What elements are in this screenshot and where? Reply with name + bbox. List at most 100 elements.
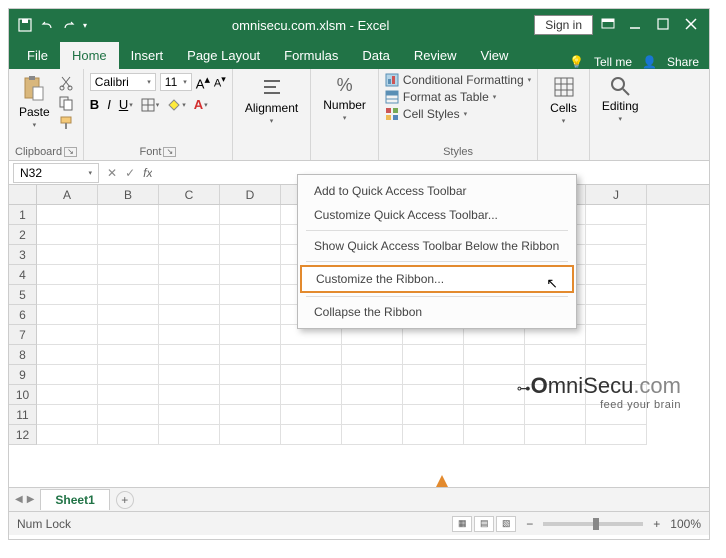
cell[interactable] bbox=[37, 205, 98, 225]
column-header[interactable]: D bbox=[220, 185, 281, 204]
zoom-out-button[interactable]: − bbox=[526, 517, 533, 531]
close-icon[interactable] bbox=[685, 18, 699, 32]
row-header[interactable]: 11 bbox=[9, 405, 37, 425]
minimize-icon[interactable] bbox=[629, 18, 643, 32]
column-header[interactable]: B bbox=[98, 185, 159, 204]
paste-button[interactable]: Paste ▾ bbox=[15, 73, 54, 131]
cell[interactable] bbox=[98, 245, 159, 265]
cell[interactable] bbox=[159, 265, 220, 285]
name-box[interactable]: N32▾ bbox=[13, 163, 99, 183]
enter-formula-icon[interactable]: ✓ bbox=[125, 166, 135, 180]
alignment-button[interactable]: Alignment ▾ bbox=[239, 73, 304, 127]
cell[interactable] bbox=[98, 265, 159, 285]
italic-button[interactable]: I bbox=[107, 97, 111, 112]
cell[interactable] bbox=[37, 285, 98, 305]
row-header[interactable]: 1 bbox=[9, 205, 37, 225]
cell[interactable] bbox=[464, 345, 525, 365]
cell[interactable] bbox=[98, 405, 159, 425]
fx-icon[interactable]: fx bbox=[143, 166, 152, 180]
select-all-cell[interactable] bbox=[9, 185, 37, 204]
cell[interactable] bbox=[220, 325, 281, 345]
cell[interactable] bbox=[220, 205, 281, 225]
cell[interactable] bbox=[220, 305, 281, 325]
underline-button[interactable]: U▾ bbox=[119, 97, 133, 112]
signin-button[interactable]: Sign in bbox=[534, 15, 593, 35]
format-as-table-button[interactable]: Format as Table▾ bbox=[385, 90, 531, 104]
menu-add-to-qat[interactable]: Add to Quick Access Toolbar bbox=[300, 179, 574, 203]
lightbulb-icon[interactable]: 💡 bbox=[569, 55, 584, 69]
cell[interactable] bbox=[220, 285, 281, 305]
cell[interactable] bbox=[464, 425, 525, 445]
tell-me-label[interactable]: Tell me bbox=[594, 55, 632, 69]
cell[interactable] bbox=[403, 345, 464, 365]
tab-file[interactable]: File bbox=[15, 42, 60, 69]
row-header[interactable]: 9 bbox=[9, 365, 37, 385]
border-button[interactable]: ▾ bbox=[141, 98, 160, 112]
column-header[interactable]: C bbox=[159, 185, 220, 204]
cell[interactable] bbox=[98, 305, 159, 325]
cell[interactable] bbox=[342, 425, 403, 445]
cells-button[interactable]: Cells ▾ bbox=[544, 73, 583, 127]
cell[interactable] bbox=[159, 305, 220, 325]
row-header[interactable]: 4 bbox=[9, 265, 37, 285]
cell[interactable] bbox=[342, 345, 403, 365]
sheet-tab[interactable]: Sheet1 bbox=[40, 489, 109, 510]
cell[interactable] bbox=[220, 345, 281, 365]
increase-font-icon[interactable]: A▴ bbox=[196, 73, 210, 91]
tab-data[interactable]: Data bbox=[350, 42, 401, 69]
font-size-select[interactable]: 11▾ bbox=[160, 73, 192, 91]
zoom-in-button[interactable]: + bbox=[653, 517, 660, 531]
sheet-nav-next-icon[interactable]: ▶ bbox=[27, 494, 35, 505]
cell[interactable] bbox=[586, 345, 647, 365]
cell[interactable] bbox=[98, 365, 159, 385]
column-header[interactable]: J bbox=[586, 185, 647, 204]
cell[interactable] bbox=[342, 385, 403, 405]
format-painter-icon[interactable] bbox=[58, 115, 74, 131]
cell[interactable] bbox=[586, 425, 647, 445]
cancel-formula-icon[interactable]: ✕ bbox=[107, 166, 117, 180]
cut-icon[interactable] bbox=[58, 75, 74, 91]
cell[interactable] bbox=[220, 265, 281, 285]
cell[interactable] bbox=[98, 325, 159, 345]
tab-view[interactable]: View bbox=[468, 42, 520, 69]
cell[interactable] bbox=[159, 285, 220, 305]
bold-button[interactable]: B bbox=[90, 97, 99, 112]
conditional-formatting-button[interactable]: Conditional Formatting▾ bbox=[385, 73, 531, 87]
cell[interactable] bbox=[403, 425, 464, 445]
menu-show-qat-below[interactable]: Show Quick Access Toolbar Below the Ribb… bbox=[300, 234, 574, 258]
cell[interactable] bbox=[159, 365, 220, 385]
cell[interactable] bbox=[98, 285, 159, 305]
cell[interactable] bbox=[403, 405, 464, 425]
row-header[interactable]: 8 bbox=[9, 345, 37, 365]
row-header[interactable]: 7 bbox=[9, 325, 37, 345]
share-label[interactable]: Share bbox=[667, 55, 699, 69]
save-icon[interactable] bbox=[17, 17, 33, 33]
decrease-font-icon[interactable]: A▾ bbox=[214, 74, 226, 90]
cell[interactable] bbox=[98, 385, 159, 405]
cell-styles-button[interactable]: Cell Styles▾ bbox=[385, 107, 531, 121]
cell[interactable] bbox=[37, 425, 98, 445]
cell[interactable] bbox=[159, 325, 220, 345]
cell[interactable] bbox=[342, 365, 403, 385]
zoom-level[interactable]: 100% bbox=[670, 517, 701, 531]
row-header[interactable]: 12 bbox=[9, 425, 37, 445]
cell[interactable] bbox=[37, 325, 98, 345]
view-normal-icon[interactable]: ▦ bbox=[452, 516, 472, 532]
cell[interactable] bbox=[281, 425, 342, 445]
row-header[interactable]: 5 bbox=[9, 285, 37, 305]
cell[interactable] bbox=[159, 405, 220, 425]
row-header[interactable]: 2 bbox=[9, 225, 37, 245]
font-color-button[interactable]: A▾ bbox=[194, 97, 208, 112]
tab-formulas[interactable]: Formulas bbox=[272, 42, 350, 69]
share-icon[interactable]: 👤 bbox=[642, 55, 657, 69]
font-name-select[interactable]: Calibri▾ bbox=[90, 73, 156, 91]
cell[interactable] bbox=[159, 205, 220, 225]
editing-button[interactable]: Editing ▾ bbox=[596, 73, 645, 125]
sheet-nav-prev-icon[interactable]: ◀ bbox=[15, 494, 23, 505]
cell[interactable] bbox=[37, 365, 98, 385]
dialog-launcher-icon[interactable]: ↘ bbox=[64, 147, 77, 157]
cell[interactable] bbox=[37, 405, 98, 425]
cell[interactable] bbox=[281, 405, 342, 425]
cell[interactable] bbox=[586, 225, 647, 245]
cell[interactable] bbox=[37, 225, 98, 245]
